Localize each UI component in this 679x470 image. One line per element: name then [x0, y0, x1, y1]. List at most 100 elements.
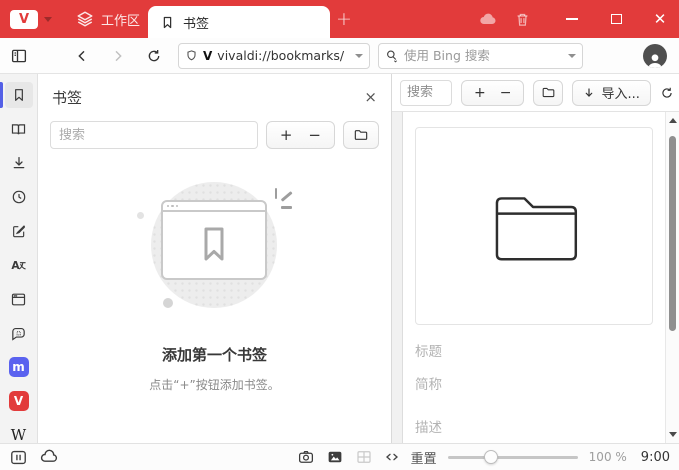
bookmarks-panel-header: 书签 ×: [38, 74, 391, 112]
bookmarks-page: + − 导入... 更: [392, 74, 679, 443]
empty-state-illustration: [125, 178, 305, 330]
bookmark-list-column[interactable]: [392, 112, 403, 443]
close-icon: ✕: [653, 9, 667, 28]
download-icon: [13, 157, 24, 169]
page-actions-button[interactable]: [384, 449, 400, 465]
update-thumbnails-button[interactable]: 更: [660, 83, 679, 102]
image-icon: [328, 451, 342, 463]
zoom-value: 100 %: [588, 450, 627, 464]
break-mode-button[interactable]: [9, 448, 28, 467]
capture-button[interactable]: [297, 448, 315, 466]
reading-list-icon: [11, 123, 26, 134]
vivaldi-badge-icon: V: [203, 48, 213, 63]
panel-strip: A m V W: [0, 74, 38, 444]
bookmark-editor: [403, 112, 665, 443]
panel-search-row: + −: [38, 112, 391, 158]
minimize-button[interactable]: [557, 0, 587, 38]
scrollbar-thumb[interactable]: [669, 135, 676, 331]
import-button[interactable]: 导入...: [572, 79, 651, 106]
sidebar-item-reading-list[interactable]: [5, 116, 33, 142]
page-add-remove-group: + −: [461, 79, 525, 106]
add-bookmark-button[interactable]: +: [280, 127, 293, 143]
browser-window-illustration: [160, 200, 267, 280]
back-button[interactable]: [74, 48, 90, 64]
sidebar-item-wikipedia[interactable]: W: [5, 422, 33, 448]
code-icon: [385, 453, 398, 461]
sidebar-item-history[interactable]: [5, 184, 33, 210]
arrow-down-icon: [586, 87, 593, 97]
page-scrollbar[interactable]: [665, 112, 679, 443]
bookmarks-empty-state: 添加第一个书签 点击“+”按钮添加书签。: [38, 178, 391, 393]
description-field[interactable]: [415, 418, 653, 438]
remove-bookmark-button[interactable]: −: [308, 127, 321, 143]
new-tab-button[interactable]: +: [336, 7, 352, 31]
workspace-button[interactable]: 工作区: [76, 10, 158, 29]
sessions-loop-icon: [12, 327, 25, 341]
refresh-icon: [662, 87, 672, 98]
nav-buttons: [74, 48, 162, 64]
vivaldi-logo-icon: V: [10, 9, 38, 29]
address-field[interactable]: V: [178, 42, 370, 69]
clock-icon: [12, 190, 25, 204]
trash-button[interactable]: [514, 11, 531, 28]
toggle-images-button[interactable]: [326, 448, 344, 466]
address-toolbar: V: [0, 38, 679, 74]
side-panel-icon: [11, 49, 27, 62]
workspace-label: 工作区: [101, 13, 141, 29]
maximize-button[interactable]: [601, 0, 631, 38]
sidebar-item-sessions[interactable]: [5, 320, 33, 346]
sparkle-icon: [280, 206, 292, 209]
sidebar-item-bookmarks[interactable]: [0, 82, 33, 108]
sync-status-button[interactable]: [478, 9, 498, 29]
sidebar-item-window[interactable]: [5, 286, 33, 312]
search-field[interactable]: [378, 42, 583, 69]
profile-avatar[interactable]: [643, 43, 667, 68]
nickname-field[interactable]: [415, 375, 653, 395]
slider-handle[interactable]: [484, 450, 499, 464]
scroll-down-arrow[interactable]: [669, 432, 677, 437]
search-icon: [387, 49, 397, 62]
scroll-up-arrow[interactable]: [669, 118, 677, 123]
page-search-input[interactable]: [400, 79, 452, 106]
page-remove-button[interactable]: −: [500, 86, 512, 100]
scrollbar-track[interactable]: [669, 130, 676, 425]
close-button[interactable]: ✕: [645, 0, 675, 38]
vivaldi-menu-button[interactable]: V: [10, 9, 52, 29]
sidebar-item-translate[interactable]: A: [5, 252, 33, 278]
zoom-slider[interactable]: [447, 450, 578, 464]
sparkle-icon: [274, 188, 277, 199]
page-new-folder-button[interactable]: [533, 79, 564, 106]
tiling-grid-icon: [357, 451, 371, 463]
shield-icon: [187, 50, 196, 61]
panel-search-input[interactable]: [50, 121, 258, 149]
sidebar-item-notes[interactable]: [5, 218, 33, 244]
chevron-down-icon[interactable]: [355, 53, 363, 58]
panel-toggle-button[interactable]: [10, 47, 28, 65]
new-folder-button[interactable]: [343, 121, 379, 149]
clock[interactable]: 9:00: [641, 450, 670, 465]
title-field[interactable]: [415, 342, 653, 362]
mastodon-icon: m: [8, 357, 29, 377]
sidebar-item-downloads[interactable]: [5, 150, 33, 176]
panel-close-button[interactable]: ×: [364, 90, 377, 105]
page-tiling-button[interactable]: [355, 448, 373, 466]
title-bar: V 工作区 书签 + ✕: [0, 0, 679, 38]
slider-track[interactable]: [447, 455, 578, 459]
sidebar-item-vivaldi[interactable]: V: [5, 388, 33, 414]
page-add-button[interactable]: +: [474, 86, 486, 100]
note-pencil-icon: [12, 225, 25, 238]
tab-bookmarks[interactable]: 书签: [148, 6, 330, 38]
sync-status-indicator[interactable]: [39, 447, 59, 467]
page-toolbar: + − 导入... 更: [392, 74, 679, 112]
browser-window: V 工作区 书签 + ✕ V vivaldi://bookmarks/ 使用 B…: [0, 0, 679, 470]
chevron-down-icon[interactable]: [568, 53, 576, 58]
reload-button[interactable]: [146, 48, 162, 64]
url-input[interactable]: [217, 48, 350, 63]
translate-icon: A: [11, 259, 26, 272]
zoom-reset-button[interactable]: 重置: [411, 448, 437, 467]
web-search-input[interactable]: [404, 48, 563, 63]
sidebar-item-mastodon[interactable]: m: [5, 354, 33, 380]
wikipedia-icon: W: [10, 426, 27, 444]
folder-icon: [354, 130, 368, 140]
forward-button[interactable]: [110, 48, 126, 64]
